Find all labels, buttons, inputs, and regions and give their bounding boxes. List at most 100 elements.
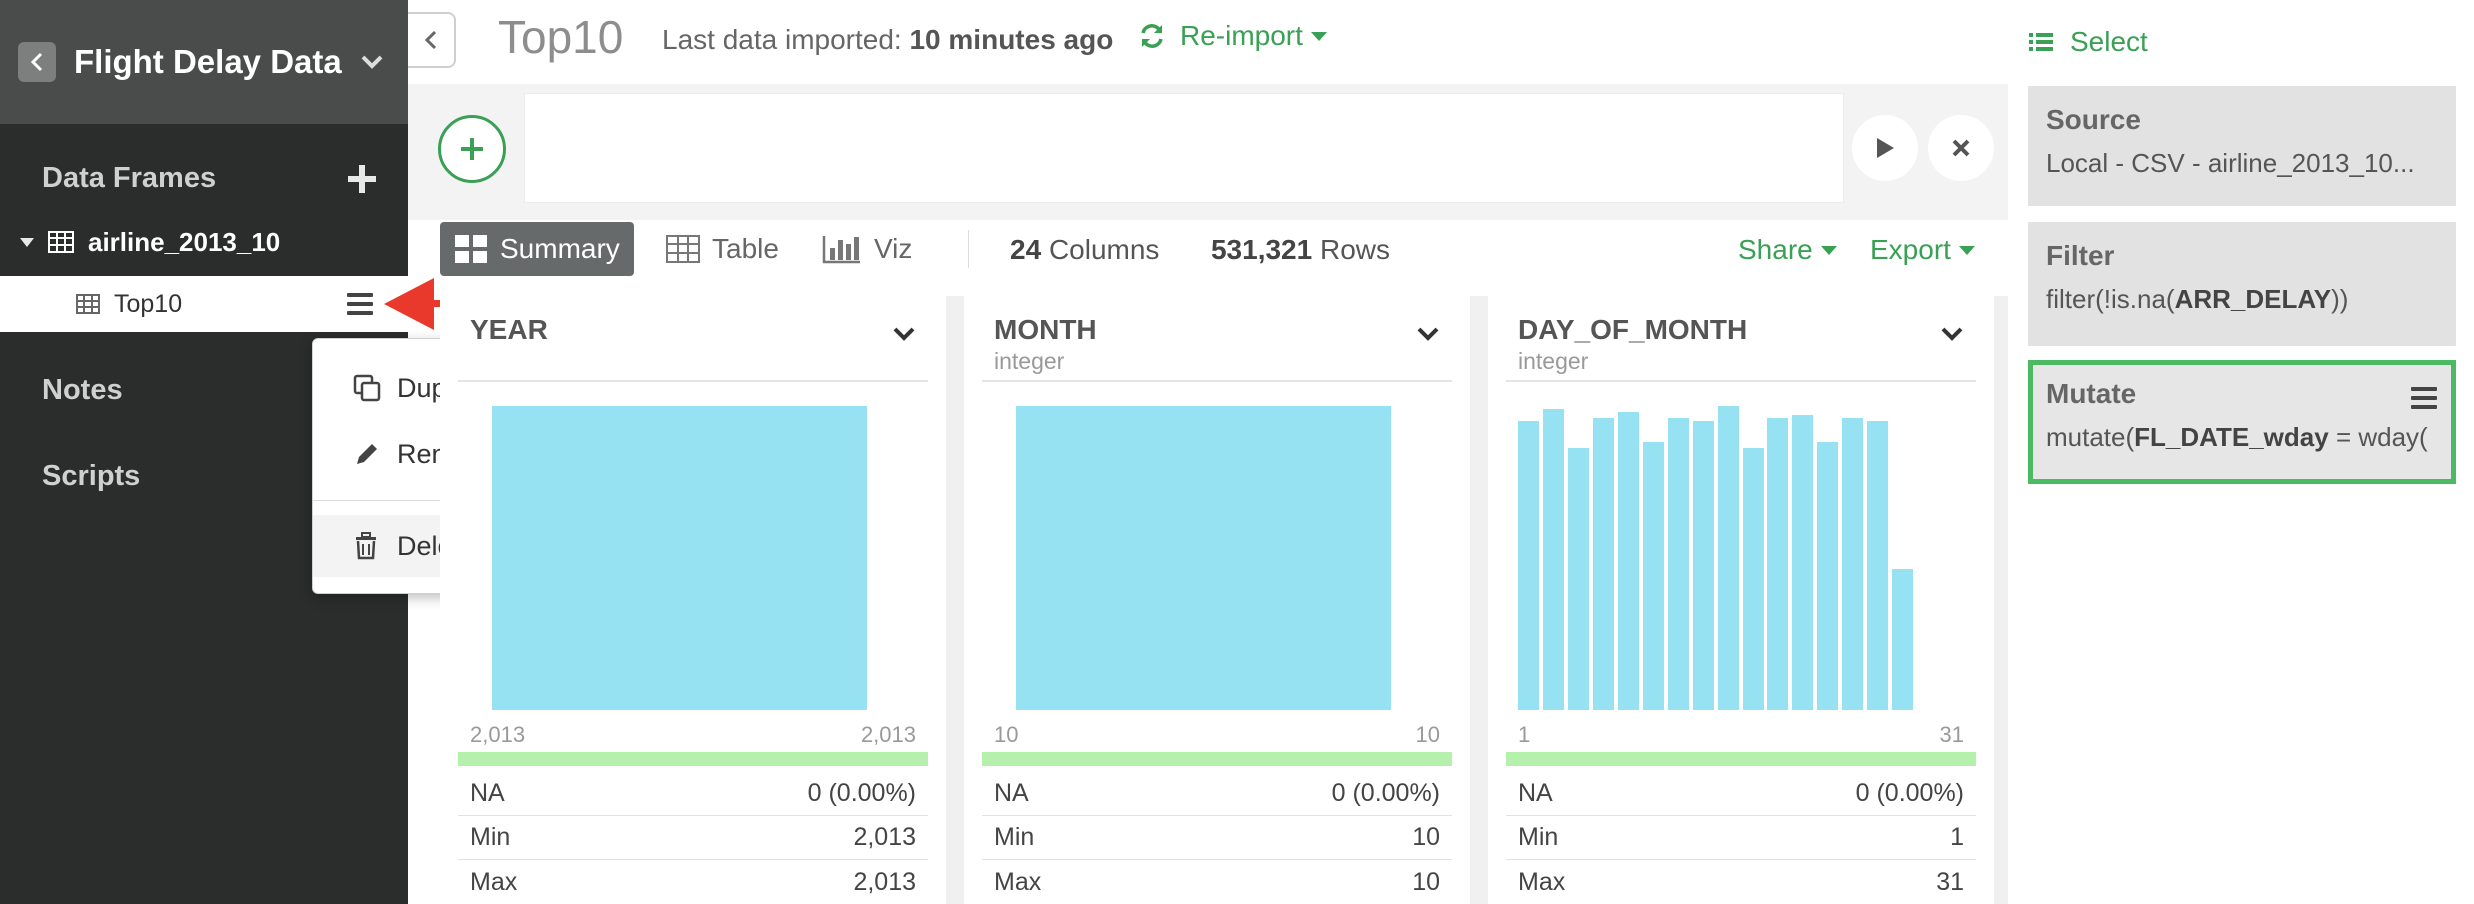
stat-row-max: Max 10 (982, 860, 1452, 904)
frame-menu-icon[interactable] (347, 293, 373, 315)
histogram-bar (1568, 448, 1589, 710)
stat-label: Max (1518, 867, 1566, 896)
caret-down-icon (1958, 245, 1975, 255)
reimport-label: Re-import (1180, 20, 1303, 51)
close-icon (1952, 139, 1970, 157)
export-button[interactable]: Export (1870, 234, 1975, 266)
range-min: 10 (994, 722, 1019, 747)
stat-row-na: NA 0 (0.00%) (982, 772, 1452, 816)
chevron-down-icon[interactable] (360, 54, 384, 70)
table-icon (48, 231, 74, 253)
step-body: mutate(FL_DATE_wday = wday( (2046, 422, 2428, 452)
stat-label: Min (1518, 823, 1559, 851)
share-label: Share (1738, 234, 1813, 265)
data-frame-label: airline_2013_10 (88, 226, 281, 257)
stat-row-min: Min 1 (1506, 816, 1976, 860)
dataset-counts: 24 Columns 531,321 Rows (1010, 234, 1390, 266)
range-min: 1 (1518, 722, 1531, 747)
chevron-down-icon[interactable] (1940, 326, 1964, 342)
stat-label: NA (470, 779, 505, 807)
share-button[interactable]: Share (1738, 234, 1837, 266)
histogram (994, 406, 1440, 710)
histogram-bar (1767, 418, 1788, 710)
command-input[interactable] (524, 93, 1844, 203)
back-button[interactable] (18, 42, 56, 82)
histogram-bar (492, 406, 867, 710)
column-name: MONTH (994, 314, 1097, 345)
column-count: 24 (1010, 234, 1042, 265)
child-frame-item[interactable]: Top10 (0, 276, 408, 332)
caret-down-icon (1310, 31, 1327, 41)
step-source[interactable]: Source Local - CSV - airline_2013_10... (2028, 86, 2456, 206)
histogram-bar (1718, 406, 1739, 710)
tab-table[interactable]: Table (652, 222, 793, 276)
tab-label: Viz (874, 233, 913, 264)
select-step-link[interactable]: Select (2028, 26, 2148, 58)
step-filter[interactable]: Filter filter(!is.na(ARR_DELAY)) (2028, 222, 2456, 346)
na-ratio-bar (982, 752, 1452, 766)
histogram-bar (1792, 415, 1813, 710)
column-count-label: Columns (1048, 234, 1160, 265)
export-label: Export (1870, 234, 1951, 265)
histogram-bar (1593, 418, 1614, 710)
stat-value: 2,013 (853, 867, 916, 896)
stat-row-max: Max 2,013 (458, 860, 928, 904)
annotation-arrow-head (384, 278, 434, 330)
histogram (470, 406, 916, 710)
play-icon (1877, 138, 1894, 158)
chevron-down-icon[interactable] (892, 326, 916, 342)
step-body: filter(!is.na(ARR_DELAY)) (2046, 284, 2349, 314)
tab-viz[interactable]: Viz (808, 222, 926, 276)
stat-label: Min (470, 823, 511, 851)
column-type: integer (1518, 348, 1589, 374)
chevron-left-icon (424, 30, 437, 50)
column-name: YEAR (470, 314, 548, 345)
stat-value: 10 (1412, 823, 1440, 851)
na-ratio-bar (1506, 752, 1976, 766)
notes-heading[interactable]: Notes (42, 374, 123, 407)
histogram-bar (1016, 406, 1391, 710)
card-gutter (1470, 296, 1488, 904)
collapse-sidebar-button[interactable] (408, 12, 456, 68)
summary-grid-icon (455, 235, 487, 263)
caret-down-icon[interactable] (20, 237, 34, 247)
add-data-frame-icon[interactable] (346, 163, 378, 195)
histogram-bar (1543, 409, 1564, 710)
reimport-button[interactable]: Re-import (1138, 20, 1327, 52)
chevron-down-icon[interactable] (1416, 326, 1440, 342)
range-min: 2,013 (470, 722, 526, 747)
histogram-bar (1867, 421, 1888, 710)
caret-down-icon (1820, 245, 1837, 255)
chevron-left-icon (30, 52, 43, 72)
import-status-time: 10 minutes ago (909, 24, 1114, 55)
stat-value: 31 (1936, 867, 1964, 896)
refresh-icon (1141, 24, 1163, 48)
na-ratio-bar (458, 752, 928, 766)
cancel-button[interactable] (1928, 115, 1994, 181)
project-title[interactable]: Flight Delay Data (74, 43, 342, 81)
range-max: 2,013 (860, 722, 916, 747)
histogram-bar (1743, 448, 1764, 710)
data-frames-heading: Data Frames (42, 162, 217, 194)
add-step-button[interactable] (438, 115, 506, 183)
child-frame-label: Top10 (114, 289, 183, 318)
run-button[interactable] (1852, 115, 1918, 181)
stat-label: NA (1518, 779, 1553, 807)
histogram-bar (1892, 569, 1913, 710)
list-icon (2029, 33, 2053, 51)
data-frame-item[interactable]: airline_2013_10 (0, 220, 408, 264)
step-menu-icon[interactable] (2411, 387, 2437, 409)
stat-row-max: Max 31 (1506, 860, 1976, 904)
duplicate-icon (353, 374, 381, 402)
tab-summary[interactable]: Summary (440, 222, 634, 276)
scripts-heading[interactable]: Scripts (42, 460, 140, 493)
step-mutate[interactable]: Mutate mutate(FL_DATE_wday = wday( (2028, 360, 2456, 484)
column-card-day-of-month: DAY_OF_MONTH integer 1 31 NA 0 (0.00%) Mi… (1488, 296, 1994, 904)
step-body: Local - CSV - airline_2013_10... (2046, 148, 2415, 178)
table-icon (666, 235, 700, 263)
histogram-bar (1842, 418, 1863, 710)
stat-row-min: Min 10 (982, 816, 1452, 860)
card-gutter (1994, 296, 2008, 904)
stat-value: 0 (0.00%) (1855, 779, 1964, 807)
card-divider (982, 380, 1452, 382)
